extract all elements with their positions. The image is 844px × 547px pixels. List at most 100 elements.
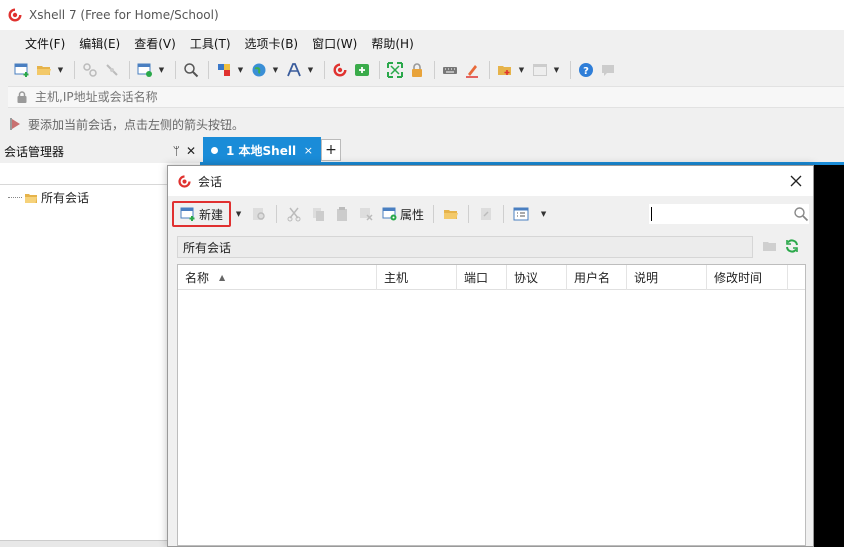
new-session-dropdown-icon[interactable]: ▼ bbox=[234, 204, 243, 224]
connect-icon[interactable] bbox=[80, 60, 100, 80]
new-folder-icon[interactable] bbox=[495, 60, 515, 80]
keyboard-icon[interactable] bbox=[440, 60, 460, 80]
column-header-host[interactable]: 主机 bbox=[377, 265, 457, 290]
tab-close-icon[interactable]: × bbox=[304, 144, 313, 157]
toolbar-separator bbox=[129, 61, 130, 79]
view-mode-dropdown-icon[interactable]: ▼ bbox=[539, 204, 548, 224]
export-icon[interactable] bbox=[476, 204, 496, 224]
svg-text:?: ? bbox=[583, 66, 589, 77]
dialog-search-input[interactable] bbox=[649, 204, 809, 224]
new-session-icon[interactable] bbox=[12, 60, 32, 80]
tree-connector bbox=[8, 197, 22, 198]
font-dropdown-icon[interactable]: ▼ bbox=[306, 60, 315, 80]
session-manager-header: 会话管理器 ᛘ ✕ bbox=[0, 140, 200, 162]
toolbar-separator bbox=[433, 205, 435, 223]
open-folder-icon[interactable] bbox=[441, 204, 461, 224]
tree-item-all-sessions[interactable]: 所有会话 bbox=[8, 189, 89, 206]
delete-icon[interactable] bbox=[356, 204, 376, 224]
transfer-icon[interactable] bbox=[214, 60, 234, 80]
toolbar-separator bbox=[503, 205, 505, 223]
layout-dropdown-icon[interactable]: ▼ bbox=[552, 60, 561, 80]
column-header-name[interactable]: 名称 ▲ bbox=[178, 265, 377, 290]
font-icon[interactable] bbox=[284, 60, 304, 80]
address-bar bbox=[8, 86, 844, 108]
add-session-arrow-icon[interactable] bbox=[8, 117, 22, 131]
tab-label: 1 本地Shell bbox=[226, 143, 297, 158]
column-header-protocol[interactable]: 协议 bbox=[507, 265, 567, 290]
dialog-close-icon[interactable] bbox=[788, 173, 804, 189]
search-icon[interactable] bbox=[793, 206, 809, 222]
menu-edit[interactable]: 编辑(E) bbox=[72, 32, 127, 56]
column-header-modified[interactable]: 修改时间 bbox=[707, 265, 788, 290]
toolbar-separator bbox=[324, 61, 325, 79]
add-tab-button[interactable]: + bbox=[321, 139, 341, 161]
view-mode-icon[interactable] bbox=[511, 204, 531, 224]
globe-dropdown-icon[interactable]: ▼ bbox=[271, 60, 280, 80]
disconnect-icon[interactable] bbox=[102, 60, 122, 80]
menu-help[interactable]: 帮助(H) bbox=[364, 32, 420, 56]
terminal-area[interactable] bbox=[813, 165, 844, 547]
hint-text: 要添加当前会话，点击左侧的箭头按钮。 bbox=[28, 117, 245, 132]
menu-file[interactable]: 文件(F) bbox=[18, 32, 72, 56]
help-icon[interactable]: ? bbox=[576, 60, 596, 80]
paste-icon[interactable] bbox=[332, 204, 352, 224]
toolbar-separator bbox=[434, 61, 435, 79]
properties-button[interactable]: 属性 bbox=[382, 206, 424, 223]
tab-local-shell[interactable]: 1 本地Shell × bbox=[203, 137, 321, 163]
column-header-username[interactable]: 用户名 bbox=[567, 265, 627, 290]
session-dialog: 会话 新建 ▼ 属性 ▼ 所有会话 名称 ▲ 主机 端口 协议 用户名 说明 修… bbox=[167, 165, 814, 547]
find-icon[interactable] bbox=[181, 60, 201, 80]
tab-status-dot bbox=[211, 146, 218, 154]
session-properties-icon[interactable] bbox=[135, 60, 155, 80]
column-header-port[interactable]: 端口 bbox=[457, 265, 507, 290]
menu-tools[interactable]: 工具(T) bbox=[183, 32, 238, 56]
session-path-breadcrumb: 所有会话 bbox=[177, 236, 753, 258]
session-properties-dropdown-icon[interactable]: ▼ bbox=[157, 60, 166, 80]
lock-icon bbox=[17, 91, 27, 103]
dialog-titlebar: 会话 bbox=[168, 166, 813, 196]
properties-icon bbox=[382, 207, 397, 221]
properties-label: 属性 bbox=[400, 207, 425, 222]
highlight-pen-icon[interactable] bbox=[462, 60, 482, 80]
pin-icon[interactable]: ᛘ bbox=[173, 144, 180, 158]
text-caret bbox=[651, 207, 652, 221]
session-list-table: 名称 ▲ 主机 端口 协议 用户名 说明 修改时间 bbox=[177, 264, 806, 546]
column-header-description[interactable]: 说明 bbox=[627, 265, 707, 290]
dialog-toolbar: 新建 ▼ 属性 ▼ bbox=[168, 199, 813, 229]
window-titlebar: Xshell 7 (Free for Home/School) bbox=[0, 0, 844, 30]
menu-bar: 文件(F) 编辑(E) 查看(V) 工具(T) 选项卡(B) 窗口(W) 帮助(… bbox=[0, 32, 844, 56]
menu-tabs[interactable]: 选项卡(B) bbox=[238, 32, 306, 56]
toolbar-separator bbox=[175, 61, 176, 79]
new-session-button[interactable]: 新建 bbox=[172, 201, 232, 227]
xshell-logo-icon bbox=[8, 8, 22, 22]
close-icon[interactable]: ✕ bbox=[186, 144, 196, 158]
toolbar-separator bbox=[570, 61, 571, 79]
globe-icon[interactable] bbox=[249, 60, 269, 80]
xftp-icon[interactable] bbox=[352, 60, 372, 80]
new-session-label: 新建 bbox=[199, 207, 224, 222]
toolbar-separator bbox=[74, 61, 75, 79]
open-folder-icon[interactable] bbox=[34, 60, 54, 80]
tree-item-label: 所有会话 bbox=[41, 191, 90, 205]
toolbar-separator bbox=[208, 61, 209, 79]
toolbar-separator bbox=[379, 61, 380, 79]
refresh-icon[interactable] bbox=[784, 238, 800, 254]
transfer-dropdown-icon[interactable]: ▼ bbox=[236, 60, 245, 80]
fullscreen-icon[interactable] bbox=[385, 60, 405, 80]
parent-folder-icon[interactable] bbox=[762, 238, 778, 254]
xshell-icon[interactable] bbox=[330, 60, 350, 80]
copy-icon[interactable] bbox=[308, 204, 328, 224]
new-folder-dropdown-icon[interactable]: ▼ bbox=[517, 60, 526, 80]
host-address-input[interactable] bbox=[35, 90, 635, 104]
cut-icon[interactable] bbox=[284, 204, 304, 224]
open-folder-dropdown-icon[interactable]: ▼ bbox=[56, 60, 65, 80]
menu-window[interactable]: 窗口(W) bbox=[305, 32, 364, 56]
toolbar-separator bbox=[468, 205, 470, 223]
session-path-label: 所有会话 bbox=[183, 240, 232, 255]
chat-icon[interactable] bbox=[598, 60, 618, 80]
menu-view[interactable]: 查看(V) bbox=[127, 32, 183, 56]
layout-icon[interactable] bbox=[530, 60, 550, 80]
session-search-icon[interactable] bbox=[249, 204, 269, 224]
session-manager-title: 会话管理器 bbox=[4, 144, 65, 159]
lock-icon[interactable] bbox=[407, 60, 427, 80]
